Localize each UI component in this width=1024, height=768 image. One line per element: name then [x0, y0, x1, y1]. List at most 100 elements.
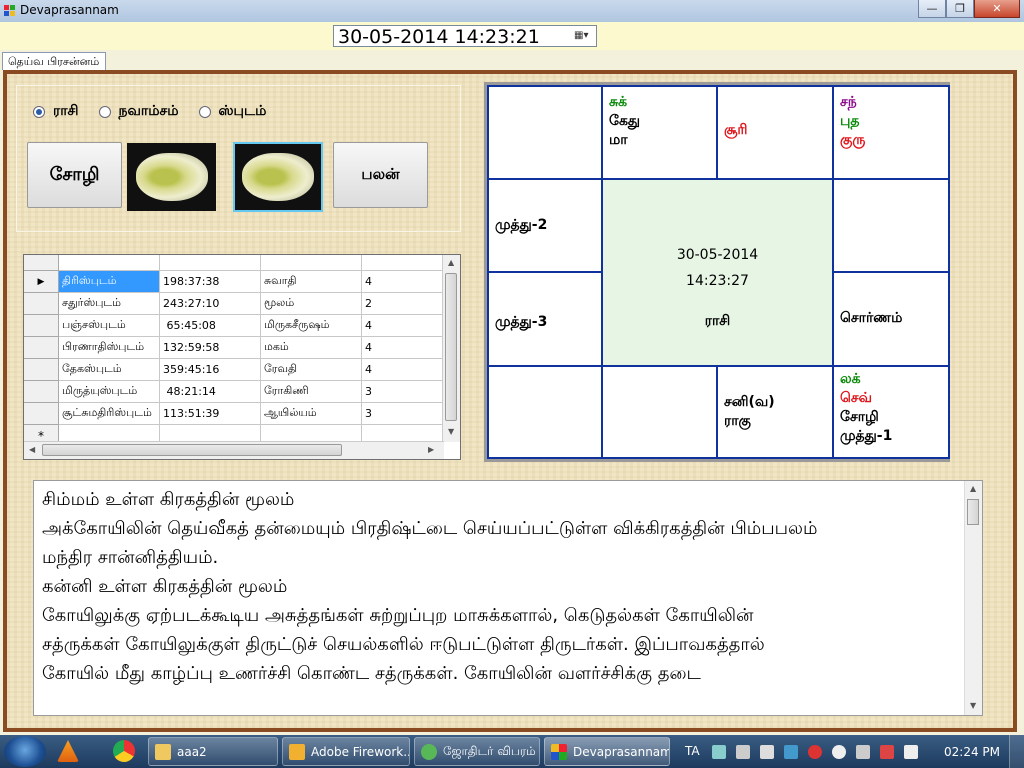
- scroll-left-icon[interactable]: ◀: [29, 445, 35, 454]
- radio-sputam[interactable]: ஸ்புடம்: [198, 103, 266, 121]
- close-button[interactable]: ✕: [974, 0, 1020, 18]
- table-row[interactable]: சதுர்ஸ்புடம் 243:27:10 மூலம் 2: [24, 292, 444, 315]
- calendar-dropdown-icon[interactable]: ▦▾: [574, 30, 592, 42]
- result-textbox[interactable]: சிம்மம் உள்ள கிரகத்தின் மூலம் அக்கோயிலின…: [33, 480, 983, 716]
- tray-icon[interactable]: [760, 745, 774, 759]
- table-cell[interactable]: சதுர்ஸ்புடம்: [58, 292, 160, 315]
- radio-sputam-dot[interactable]: [198, 106, 211, 118]
- table-cell[interactable]: 243:27:10: [159, 292, 261, 315]
- table-cell[interactable]: ரேவதி: [260, 358, 362, 381]
- bluetooth-icon[interactable]: [784, 745, 798, 759]
- chart-cell-r3c3[interactable]: லக் செவ் சோழி முத்து-1: [832, 365, 950, 459]
- table-cell[interactable]: 113:51:39: [159, 402, 261, 425]
- tab-deiva-prasannam[interactable]: தெய்வ பிரசன்னம்: [2, 52, 106, 70]
- table-cell[interactable]: 48:21:14: [159, 380, 261, 403]
- table-cell[interactable]: 4: [361, 314, 444, 337]
- scroll-up-icon[interactable]: ▲: [448, 258, 454, 267]
- network-icon[interactable]: [880, 745, 894, 759]
- text-line: சிம்மம் உள்ள கிரகத்தின் மூலம்: [42, 489, 295, 510]
- clock[interactable]: 02:24 PM: [944, 745, 1000, 759]
- table-cell[interactable]: 65:45:08: [159, 314, 261, 337]
- scroll-up-icon[interactable]: ▲: [970, 484, 976, 493]
- text-vertical-scrollbar[interactable]: ▲ ▼: [964, 481, 982, 715]
- scroll-down-icon[interactable]: ▼: [448, 427, 454, 436]
- planet-label: சனி(வ): [724, 394, 775, 410]
- cowrie-image-2[interactable]: [233, 142, 323, 212]
- table-cell[interactable]: தேகஸ்புடம்: [58, 358, 160, 381]
- grid-vertical-scrollbar[interactable]: ▲ ▼: [442, 255, 460, 442]
- datetime-picker[interactable]: 30-05-2014 14:23:21 ▦▾: [333, 25, 597, 48]
- table-cell[interactable]: 359:45:16: [159, 358, 261, 381]
- table-cell[interactable]: 132:59:58: [159, 336, 261, 359]
- show-desktop-button[interactable]: [1009, 735, 1024, 768]
- chart-cell-r0c3[interactable]: சந் புத குரு: [832, 85, 950, 180]
- radio-rasi[interactable]: ராசி: [33, 103, 79, 121]
- table-row[interactable]: மிருத்யுஸ்புடம் 48:21:14 ரோகிணி 3: [24, 380, 444, 403]
- table-cell[interactable]: மிருத்யுஸ்புடம்: [58, 380, 160, 403]
- radio-navamsam-dot[interactable]: [98, 106, 111, 118]
- table-cell[interactable]: 198:37:38: [159, 270, 261, 293]
- table-row[interactable]: பஞ்சஸ்புடம் 65:45:08 மிருகசீருஷம் 4: [24, 314, 444, 337]
- tray-icon[interactable]: [736, 745, 750, 759]
- table-cell[interactable]: 2: [361, 292, 444, 315]
- vlc-icon[interactable]: [57, 740, 79, 762]
- radio-rasi-dot[interactable]: [33, 106, 45, 118]
- cowrie-image-1[interactable]: [127, 143, 216, 211]
- scroll-thumb[interactable]: [445, 273, 457, 421]
- task-devaprasannam[interactable]: Devaprasannam: [544, 737, 670, 766]
- result-text[interactable]: சிம்மம் உள்ள கிரகத்தின் மூலம் அக்கோயிலின…: [42, 485, 962, 688]
- task-fireworks[interactable]: Adobe Firework...: [282, 737, 410, 766]
- radio-navamsam[interactable]: நவாம்சம்: [98, 103, 179, 121]
- table-row[interactable]: தேகஸ்புடம் 359:45:16 ரேவதி 4: [24, 358, 444, 381]
- chart-cell-r1c0[interactable]: முத்து-2: [487, 178, 603, 273]
- scroll-down-icon[interactable]: ▼: [970, 701, 976, 710]
- table-cell[interactable]: ரோகிணி: [260, 380, 362, 403]
- palan-button[interactable]: பலன்: [333, 142, 428, 208]
- sozhi-button[interactable]: சோழி: [27, 142, 122, 208]
- table-row[interactable]: ▶ திரிஸ்புடம் 198:37:38 சுவாதி 4: [24, 270, 444, 293]
- table-cell[interactable]: மகம்: [260, 336, 362, 359]
- table-cell[interactable]: 4: [361, 336, 444, 359]
- table-cell[interactable]: பஞ்சஸ்புடம்: [58, 314, 160, 337]
- tray-icon[interactable]: [808, 745, 822, 759]
- table-cell[interactable]: ஆயில்யம்: [260, 402, 362, 425]
- table-cell[interactable]: 3: [361, 380, 444, 403]
- chart-cell-r1c3[interactable]: [832, 178, 950, 273]
- chrome-icon[interactable]: [113, 740, 135, 762]
- table-cell[interactable]: சுவாதி: [260, 270, 362, 293]
- chart-cell-r3c2[interactable]: சனி(வ) ராகு: [716, 365, 834, 459]
- chart-cell-r2c0[interactable]: முத்து-3: [487, 271, 603, 367]
- table-row[interactable]: சூட்சுமதிரிஸ்புடம் 113:51:39 ஆயில்யம் 3: [24, 402, 444, 425]
- table-cell[interactable]: திரிஸ்புடம்: [58, 270, 160, 293]
- volume-icon[interactable]: [856, 745, 870, 759]
- chart-cell-r0c0[interactable]: [487, 85, 603, 180]
- scroll-thumb[interactable]: [967, 499, 979, 525]
- battery-icon[interactable]: [904, 745, 918, 759]
- table-cell[interactable]: மிருகசீருஷம்: [260, 314, 362, 337]
- start-button[interactable]: [4, 736, 46, 767]
- task-aaa2[interactable]: aaa2: [148, 737, 278, 766]
- tray-icon[interactable]: [712, 745, 726, 759]
- chart-cell-r0c1[interactable]: சுக் கேது மா: [601, 85, 718, 180]
- language-indicator[interactable]: TA: [685, 744, 700, 758]
- table-cell[interactable]: 3: [361, 402, 444, 425]
- table-cell[interactable]: பிரணாதிஸ்புடம்: [58, 336, 160, 359]
- chart-cell-r0c2[interactable]: சூரி: [716, 85, 834, 180]
- chart-cell-r3c0[interactable]: [487, 365, 603, 459]
- option-group: ராசி நவாம்சம் ஸ்புடம் சோழி பலன்: [16, 85, 461, 232]
- maximize-button[interactable]: ❐: [946, 0, 974, 18]
- sputam-grid[interactable]: ▶ திரிஸ்புடம் 198:37:38 சுவாதி 4 சதுர்ஸ்…: [23, 254, 461, 460]
- table-row[interactable]: பிரணாதிஸ்புடம் 132:59:58 மகம் 4: [24, 336, 444, 359]
- table-cell[interactable]: 4: [361, 270, 444, 293]
- task-jothidar[interactable]: ஜோதிடர் விபரம்: [414, 737, 540, 766]
- chart-cell-r3c1[interactable]: [601, 365, 718, 459]
- minimize-button[interactable]: —: [918, 0, 946, 18]
- chart-cell-r2c3[interactable]: சொர்ணம்: [832, 271, 950, 367]
- scroll-thumb[interactable]: [42, 444, 342, 456]
- table-cell[interactable]: மூலம்: [260, 292, 362, 315]
- table-cell[interactable]: 4: [361, 358, 444, 381]
- table-cell[interactable]: சூட்சுமதிரிஸ்புடம்: [58, 402, 160, 425]
- grid-horizontal-scrollbar[interactable]: ◀ ▶: [24, 441, 444, 459]
- scroll-right-icon[interactable]: ▶: [428, 445, 434, 454]
- tray-icon[interactable]: [832, 745, 846, 759]
